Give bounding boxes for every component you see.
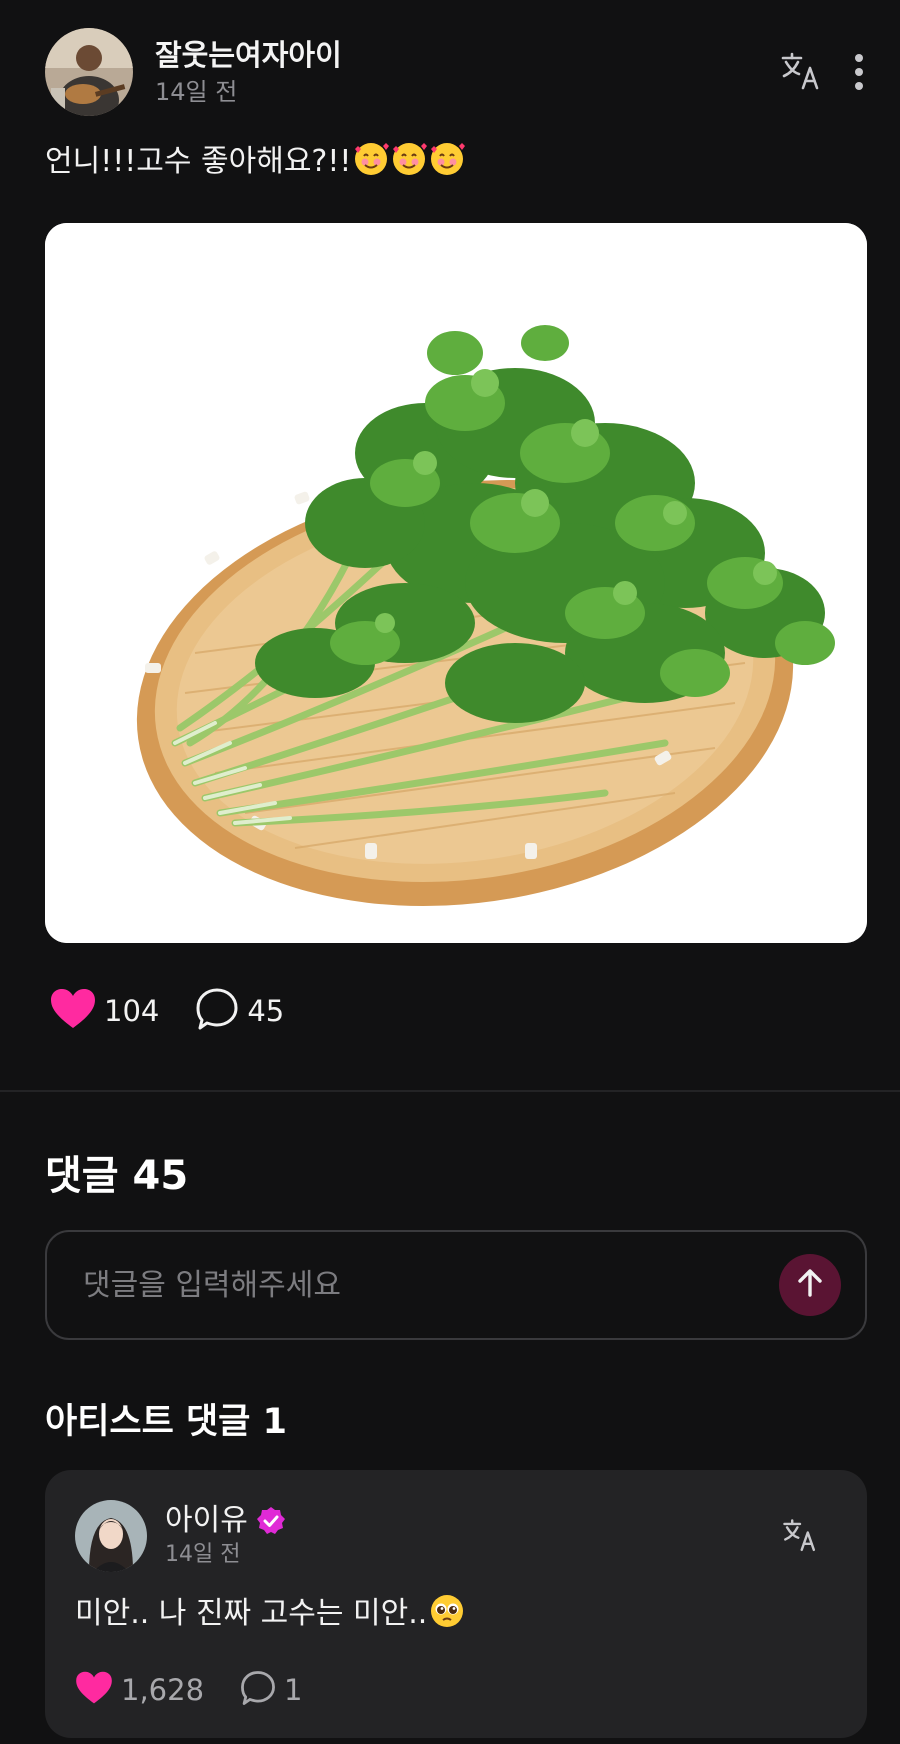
- pleading-face-emoji: [429, 1593, 465, 1642]
- artist-reply-button[interactable]: 1: [240, 1670, 302, 1710]
- artist-like-button[interactable]: 1,628: [75, 1671, 204, 1709]
- speech-bubble-icon: [240, 1670, 276, 1710]
- comment-input-box[interactable]: [45, 1230, 867, 1340]
- heart-icon: [50, 988, 96, 1034]
- artist-comments-title: 아티스트 댓글 1: [45, 1402, 287, 1442]
- artist-author-block: 아이유 14일 전: [165, 1502, 286, 1570]
- post-header: 잘웃는여자아이 14일 전: [45, 28, 865, 116]
- artist-comment-card: 아이유 14일 전 미안.. 나 진짜 고수는 미안.. 1,628 1: [45, 1470, 867, 1738]
- comment-button[interactable]: 45: [195, 987, 284, 1035]
- like-count: 104: [104, 994, 160, 1028]
- author-avatar[interactable]: [45, 28, 133, 116]
- artist-comment-time: 14일 전: [165, 1542, 241, 1567]
- artist-like-count: 1,628: [121, 1673, 205, 1707]
- artist-avatar[interactable]: [75, 1500, 147, 1572]
- post-stats: 104 45: [50, 985, 284, 1037]
- post-image[interactable]: [45, 223, 867, 943]
- translate-icon[interactable]: [781, 1517, 819, 1555]
- post-text-content: 언니!!!고수 좋아해요?!!: [45, 144, 352, 179]
- speech-bubble-icon: [195, 987, 239, 1035]
- smiling-face-with-hearts-emoji: [353, 141, 467, 190]
- header-actions: [779, 50, 865, 94]
- artist-name-row: 아이유: [165, 1502, 286, 1540]
- heart-icon: [75, 1671, 113, 1709]
- section-divider: [0, 1090, 900, 1092]
- artist-reply-count: 1: [284, 1673, 303, 1707]
- post-time: 14일 전: [155, 78, 238, 106]
- artist-comment-stats: 1,628 1: [75, 1670, 302, 1710]
- post-detail-page: 잘웃는여자아이 14일 전 언니!!!고수 좋아해요?!! 104 45 댓글 …: [0, 0, 900, 1744]
- comment-input[interactable]: [83, 1267, 779, 1303]
- comment-count: 45: [247, 994, 285, 1028]
- author-name[interactable]: 잘웃는여자아이: [155, 36, 342, 74]
- verified-badge-icon: [256, 1506, 286, 1536]
- post-text: 언니!!!고수 좋아해요?!!: [45, 140, 467, 190]
- send-button[interactable]: [779, 1254, 841, 1316]
- more-vertical-icon[interactable]: [853, 52, 865, 92]
- translate-icon[interactable]: [779, 50, 823, 94]
- artist-comment-header: 아이유 14일 전: [75, 1500, 837, 1572]
- comments-title: 댓글 45: [45, 1153, 189, 1199]
- artist-comment-content: 미안.. 나 진짜 고수는 미안..: [75, 1596, 428, 1631]
- author-block: 잘웃는여자아이 14일 전: [155, 36, 342, 108]
- arrow-up-icon: [796, 1268, 824, 1302]
- artist-comment-text: 미안.. 나 진짜 고수는 미안..: [75, 1592, 465, 1642]
- artist-name[interactable]: 아이유: [165, 1502, 248, 1540]
- like-button[interactable]: 104: [50, 988, 159, 1034]
